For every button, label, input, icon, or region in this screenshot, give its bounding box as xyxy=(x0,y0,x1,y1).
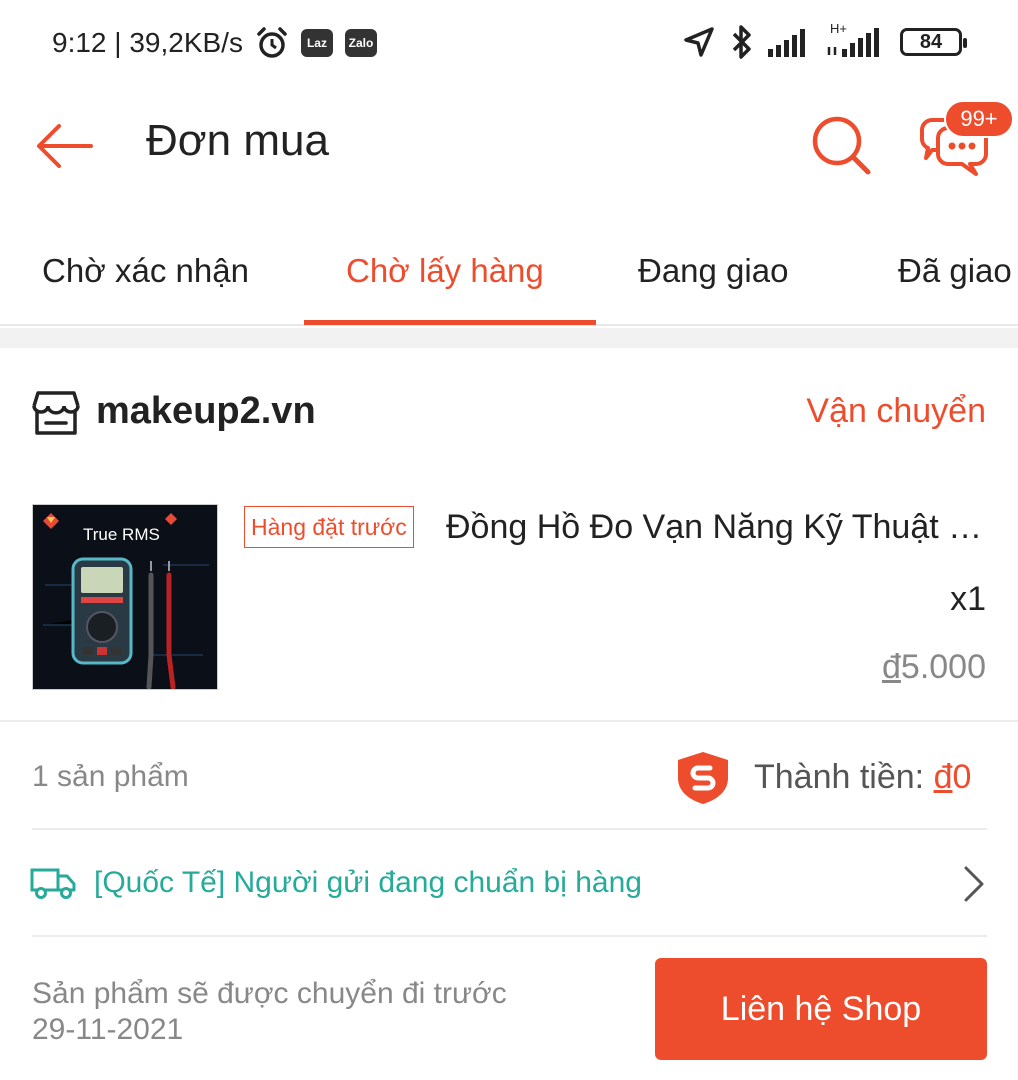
signal-h-plus-icon: H+ xyxy=(826,21,886,57)
network-type-label: H+ xyxy=(830,21,847,36)
shipping-status-row[interactable]: [Quốc Tế] Người gửi đang chuẩn bị hàng xyxy=(0,830,1018,936)
total-label: Thành tiền: xyxy=(754,758,934,796)
section-separator xyxy=(0,328,1018,348)
truck-icon xyxy=(30,868,76,899)
shopee-guarantee-shield-icon xyxy=(678,752,728,804)
zalo-icon: Zalo xyxy=(344,29,377,57)
ship-note-line-1: Sản phẩm sẽ được chuyển đi trước xyxy=(32,977,507,1010)
shop-row[interactable]: makeup2.vn Vận chuyển xyxy=(0,348,1018,478)
alarm-icon xyxy=(255,26,289,60)
price-value: 5.000 xyxy=(900,648,986,686)
product-image[interactable]: True RMS xyxy=(32,504,218,690)
page-title: Đơn mua xyxy=(146,116,329,165)
status-left: 9:12 | 39,2KB/s Laz Zalo xyxy=(52,26,377,60)
header: Đơn mua xyxy=(0,90,1018,200)
ship-note-date: 29-11-2021 xyxy=(32,1013,184,1046)
search-icon xyxy=(812,116,871,175)
order-total: Thành tiền: đ0 xyxy=(754,758,971,797)
total-amount: đ0 xyxy=(934,758,972,796)
status-bar: 9:12 | 39,2KB/s Laz Zalo H+ 84 xyxy=(0,0,1018,90)
battery-icon: 84 xyxy=(900,28,967,56)
shop-name[interactable]: makeup2.vn xyxy=(96,390,316,433)
bluetooth-icon xyxy=(730,24,754,60)
signal-icon xyxy=(768,27,812,57)
divider xyxy=(0,720,1018,722)
total-currency-symbol: đ xyxy=(933,758,953,796)
order-tabs: Chờ xác nhận Chờ lấy hàng Đang giao Đã g… xyxy=(0,230,1018,326)
arrow-left-icon xyxy=(37,124,93,168)
tab-cho-lay-hang[interactable]: Chờ lấy hàng xyxy=(346,252,544,290)
product-image-caption: True RMS xyxy=(83,525,160,544)
product-price: đ5.000 xyxy=(882,648,986,687)
product-quantity: x1 xyxy=(950,580,986,618)
item-count: 1 sản phẩm xyxy=(32,760,189,793)
total-value: 0 xyxy=(952,758,972,796)
order-status: Vận chuyển xyxy=(806,392,986,430)
shipping-deadline-note: Sản phẩm sẽ được chuyển đi trước 29-11-2… xyxy=(32,976,507,1048)
search-button[interactable] xyxy=(806,110,876,180)
shop-icon xyxy=(32,391,80,435)
tab-dang-giao[interactable]: Đang giao xyxy=(638,252,788,290)
lazada-icon: Laz xyxy=(300,29,333,57)
back-button[interactable] xyxy=(32,114,96,178)
status-right: H+ 84 xyxy=(682,21,967,60)
divider xyxy=(32,935,987,937)
chat-badge: 99+ xyxy=(944,100,1014,138)
preorder-badge: Hàng đặt trước xyxy=(244,506,414,548)
status-time-speed: 9:12 | 39,2KB/s xyxy=(52,27,243,58)
location-arrow-icon xyxy=(682,25,716,59)
currency-symbol: đ xyxy=(881,648,901,686)
active-tab-indicator xyxy=(304,320,596,325)
tab-cho-xac-nhan[interactable]: Chờ xác nhận xyxy=(42,252,249,290)
product-name[interactable]: Đồng Hồ Đo Vạn Năng Kỹ Thuật Số True RMS xyxy=(446,508,986,547)
tab-da-giao[interactable]: Đã giao xyxy=(898,252,1012,290)
contact-shop-button[interactable]: Liên hệ Shop xyxy=(655,958,987,1060)
chevron-right-icon xyxy=(964,866,984,902)
shipping-status-text: [Quốc Tế] Người gửi đang chuẩn bị hàng xyxy=(94,866,642,899)
